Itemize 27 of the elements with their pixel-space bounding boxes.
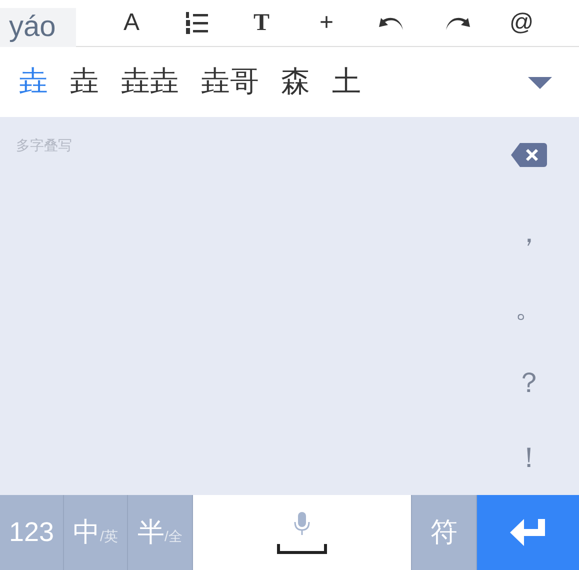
candidate[interactable]: 垚垚 <box>110 47 190 117</box>
candidate[interactable]: 森 <box>270 47 321 117</box>
microphone-icon <box>293 512 311 536</box>
punctuation-key[interactable]: 。 <box>479 287 579 362</box>
key[interactable]: 半/全 <box>128 495 193 570</box>
caret-icon <box>528 77 552 90</box>
key[interactable]: 符 <box>412 495 477 570</box>
toolbar-button[interactable]: T <box>229 8 294 38</box>
key[interactable]: 中/英 <box>64 495 128 570</box>
redo-icon <box>444 15 470 31</box>
candidate[interactable]: 垚 <box>8 47 59 117</box>
backspace-icon <box>511 143 547 167</box>
key[interactable]: 123 <box>0 495 64 570</box>
punctuation-key[interactable]: ？ <box>479 362 579 437</box>
toolbar-button[interactable]: @ <box>489 8 554 38</box>
composition-text: yáo <box>0 8 76 47</box>
numbered-list-icon <box>186 11 208 35</box>
candidate[interactable]: 土 <box>321 47 372 117</box>
enter-key[interactable] <box>477 495 579 570</box>
punctuation-key[interactable]: ， <box>479 212 579 287</box>
candidate[interactable]: 垚哥 <box>190 47 270 117</box>
undo-icon <box>378 15 404 31</box>
candidate[interactable]: 垚 <box>59 47 110 117</box>
toolbar-button[interactable]: A <box>99 8 164 38</box>
enter-icon <box>510 518 546 546</box>
space-bar-icon <box>277 544 327 554</box>
toolbar-button[interactable]: + <box>294 8 359 38</box>
